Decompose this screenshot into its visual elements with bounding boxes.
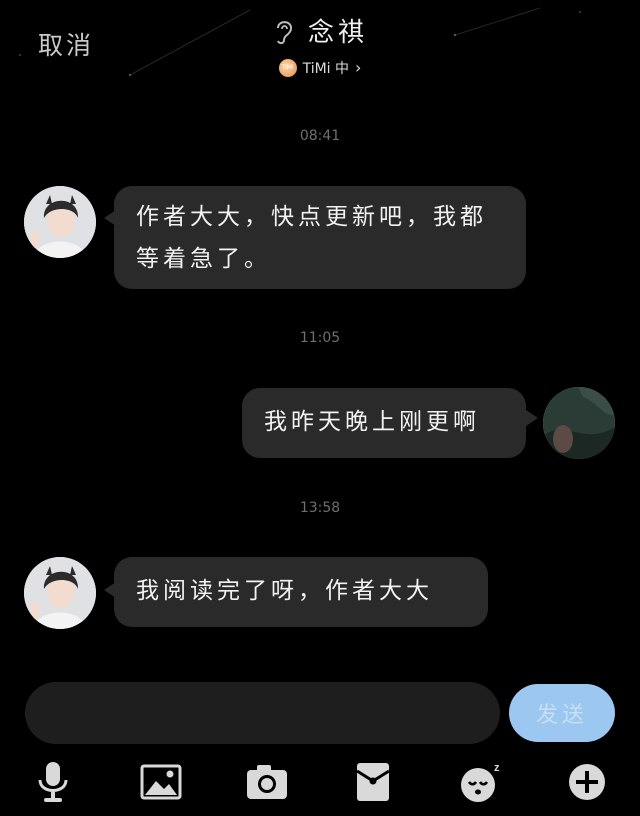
svg-text:z: z xyxy=(494,762,500,774)
my-avatar[interactable] xyxy=(543,387,615,459)
title-block: 念祺 TiMi TiMi 中 › xyxy=(0,12,640,78)
red-packet-icon[interactable] xyxy=(346,755,400,809)
camera-icon[interactable] xyxy=(240,755,294,809)
contact-name: 念祺 xyxy=(307,18,368,48)
chat-header: 取消 念祺 TiMi TiMi 中 › xyxy=(0,0,640,100)
microphone-icon[interactable] xyxy=(26,755,80,809)
message-bubble-sent[interactable]: 我昨天晚上刚更啊 xyxy=(242,388,526,458)
message-bubble-received[interactable]: 我阅读完了呀，作者大大 xyxy=(114,557,488,627)
message-bubble-received[interactable]: 作者大大，快点更新吧，我都等着急了。 xyxy=(114,186,526,289)
avatar[interactable] xyxy=(24,557,96,629)
timi-game-icon: TiMi xyxy=(278,58,297,77)
message-timestamp: 11:05 xyxy=(299,330,341,346)
emoji-icon[interactable]: z xyxy=(454,755,508,809)
game-status[interactable]: TiMi TiMi 中 › xyxy=(0,58,640,78)
avatar[interactable] xyxy=(24,186,96,258)
status-text: TiMi 中 xyxy=(302,60,350,77)
input-toolbar: z xyxy=(0,755,640,811)
message-timestamp: 08:41 xyxy=(299,128,341,144)
image-icon[interactable] xyxy=(134,755,188,809)
chevron-right-icon: › xyxy=(355,58,362,77)
message-timestamp: 13:58 xyxy=(299,500,341,516)
earpiece-icon xyxy=(276,20,292,44)
plus-icon[interactable] xyxy=(560,755,614,809)
send-button[interactable]: 发送 xyxy=(509,684,615,742)
bubble-tail xyxy=(526,410,538,426)
message-input[interactable] xyxy=(25,682,500,744)
